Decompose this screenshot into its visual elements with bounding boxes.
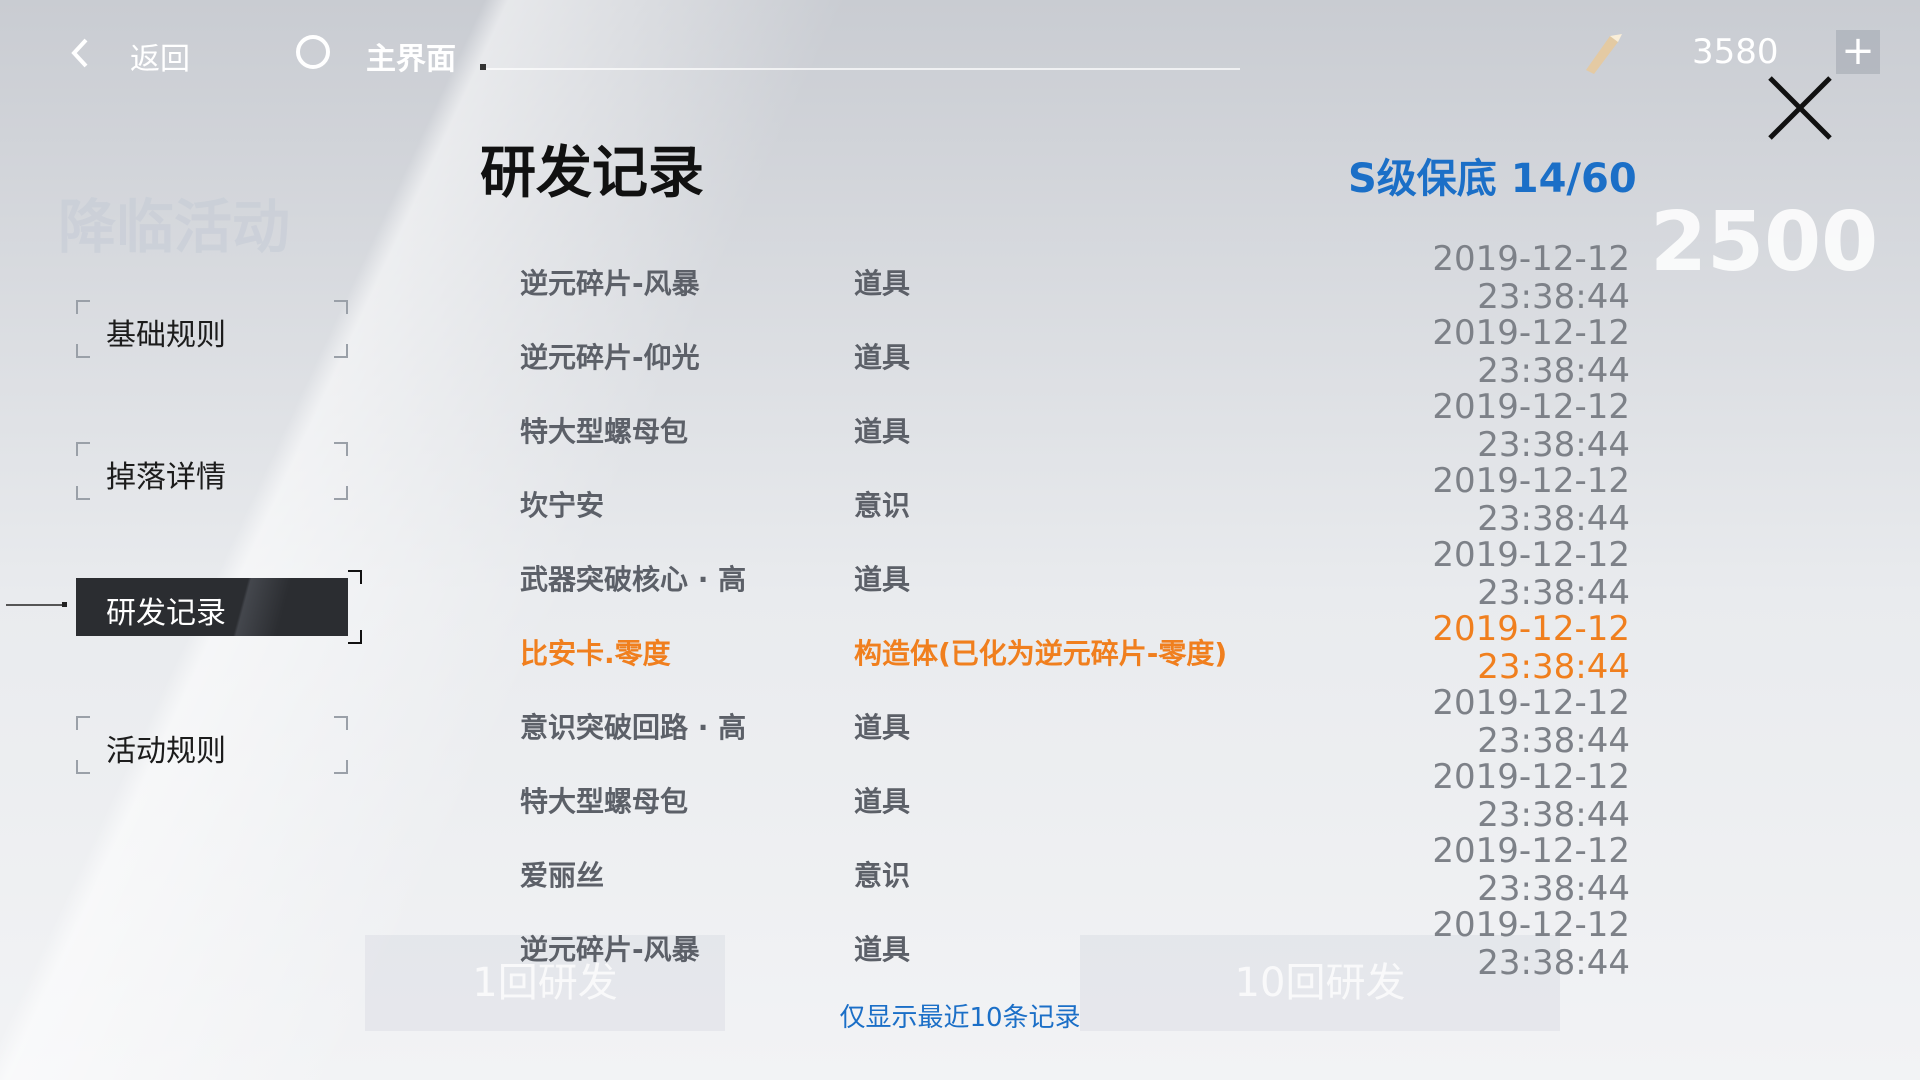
sidebar-item-drop-details[interactable]: 掉落详情	[76, 442, 348, 500]
list-item: 逆元碎片-风暴 道具 2019-12-12 23:38:44	[520, 239, 1630, 317]
bracket-corner	[76, 716, 90, 730]
record-timestamp: 2019-12-12 23:38:44	[1432, 905, 1630, 983]
record-type: 道具	[854, 267, 911, 300]
list-item: 逆元碎片-风暴 道具 2019-12-12 23:38:44	[520, 905, 1630, 983]
record-timestamp: 2019-12-12 23:38:44	[1432, 387, 1630, 465]
sidebar-item-label: 掉落详情	[106, 460, 226, 495]
record-name: 坎宁安	[520, 489, 605, 522]
record-name: 爱丽丝	[520, 859, 605, 892]
divider	[480, 68, 1240, 70]
record-type: 道具	[854, 341, 911, 374]
chevron-left-icon[interactable]	[64, 36, 98, 70]
home-button[interactable]: 主界面	[366, 34, 456, 78]
list-item: 武器突破核心 · 高 道具 2019-12-12 23:38:44	[520, 535, 1630, 613]
bracket-corner	[348, 570, 362, 584]
list-item: 意识突破回路 · 高 道具 2019-12-12 23:38:44	[520, 683, 1630, 761]
currency-amount: 3580	[1692, 32, 1779, 72]
bracket-corner	[76, 442, 90, 456]
record-type: 意识	[854, 489, 911, 522]
bracket-corner	[334, 300, 348, 314]
footer-note: 仅显示最近10条记录	[839, 1003, 1081, 1033]
record-type: 道具	[854, 415, 911, 448]
list-item: 逆元碎片-仰光 道具 2019-12-12 23:38:44	[520, 313, 1630, 391]
record-timestamp: 2019-12-12 23:38:44	[1432, 461, 1630, 539]
sidebar-item-draw-records[interactable]: 研发记录	[76, 570, 362, 644]
list-item: 特大型螺母包 道具 2019-12-12 23:38:44	[520, 757, 1630, 835]
currency-icon	[1586, 34, 1622, 74]
record-type: 构造体(已化为逆元碎片-零度)	[854, 637, 1228, 670]
record-type: 道具	[854, 785, 911, 818]
bracket-corner	[334, 344, 348, 358]
sidebar-item-basic-rules[interactable]: 基础规则	[76, 300, 348, 358]
add-currency-button[interactable]: +	[1836, 30, 1880, 74]
record-name: 比安卡.零度	[520, 637, 671, 670]
list-item: 爱丽丝 意识 2019-12-12 23:38:44	[520, 831, 1630, 909]
record-type: 道具	[854, 563, 911, 596]
bracket-corner	[76, 300, 90, 314]
sidebar-item-label: 基础规则	[106, 318, 226, 353]
record-name: 武器突破核心 · 高	[520, 563, 747, 596]
record-timestamp: 2019-12-12 23:38:44	[1432, 239, 1630, 317]
bracket-corner	[334, 716, 348, 730]
background-event-title: 降临活动	[58, 193, 291, 261]
list-item: 特大型螺母包 道具 2019-12-12 23:38:44	[520, 387, 1630, 465]
active-marker-dot	[62, 602, 67, 607]
sidebar-item-label: 活动规则	[106, 734, 226, 769]
record-name: 意识突破回路 · 高	[520, 711, 747, 744]
record-name: 特大型螺母包	[520, 785, 689, 818]
home-circle-icon[interactable]	[296, 35, 330, 69]
record-timestamp: 2019-12-12 23:38:44	[1432, 609, 1630, 687]
bracket-corner	[348, 630, 362, 644]
bracket-corner	[76, 486, 90, 500]
pity-counter: S级保底 14/60	[1348, 156, 1637, 202]
record-timestamp: 2019-12-12 23:38:44	[1432, 683, 1630, 761]
record-timestamp: 2019-12-12 23:38:44	[1432, 535, 1630, 613]
top-bar: 返回 主界面 3580 +	[0, 0, 1920, 110]
record-type: 意识	[854, 859, 911, 892]
record-type: 道具	[854, 933, 911, 966]
sidebar-item-label: 研发记录	[106, 596, 226, 631]
bracket-corner	[76, 760, 90, 774]
page-title: 研发记录	[480, 141, 704, 206]
sidebar-item-event-rules[interactable]: 活动规则	[76, 716, 348, 774]
record-name: 特大型螺母包	[520, 415, 689, 448]
bracket-corner	[334, 760, 348, 774]
record-timestamp: 2019-12-12 23:38:44	[1432, 313, 1630, 391]
active-marker-line	[6, 604, 64, 606]
list-item-highlighted: 比安卡.零度 构造体(已化为逆元碎片-零度) 2019-12-12 23:38:4…	[520, 609, 1630, 687]
record-timestamp: 2019-12-12 23:38:44	[1432, 757, 1630, 835]
list-item: 坎宁安 意识 2019-12-12 23:38:44	[520, 461, 1630, 539]
record-type: 道具	[854, 711, 911, 744]
bracket-corner	[334, 486, 348, 500]
record-name: 逆元碎片-仰光	[520, 341, 700, 374]
close-icon[interactable]	[1764, 72, 1836, 144]
record-name: 逆元碎片-风暴	[520, 267, 700, 300]
divider-dot	[480, 64, 486, 70]
bracket-corner	[76, 344, 90, 358]
back-button[interactable]: 返回	[130, 34, 190, 78]
record-name: 逆元碎片-风暴	[520, 933, 700, 966]
record-timestamp: 2019-12-12 23:38:44	[1432, 831, 1630, 909]
bracket-corner	[334, 442, 348, 456]
background-big-number: 2500	[1650, 195, 1879, 290]
